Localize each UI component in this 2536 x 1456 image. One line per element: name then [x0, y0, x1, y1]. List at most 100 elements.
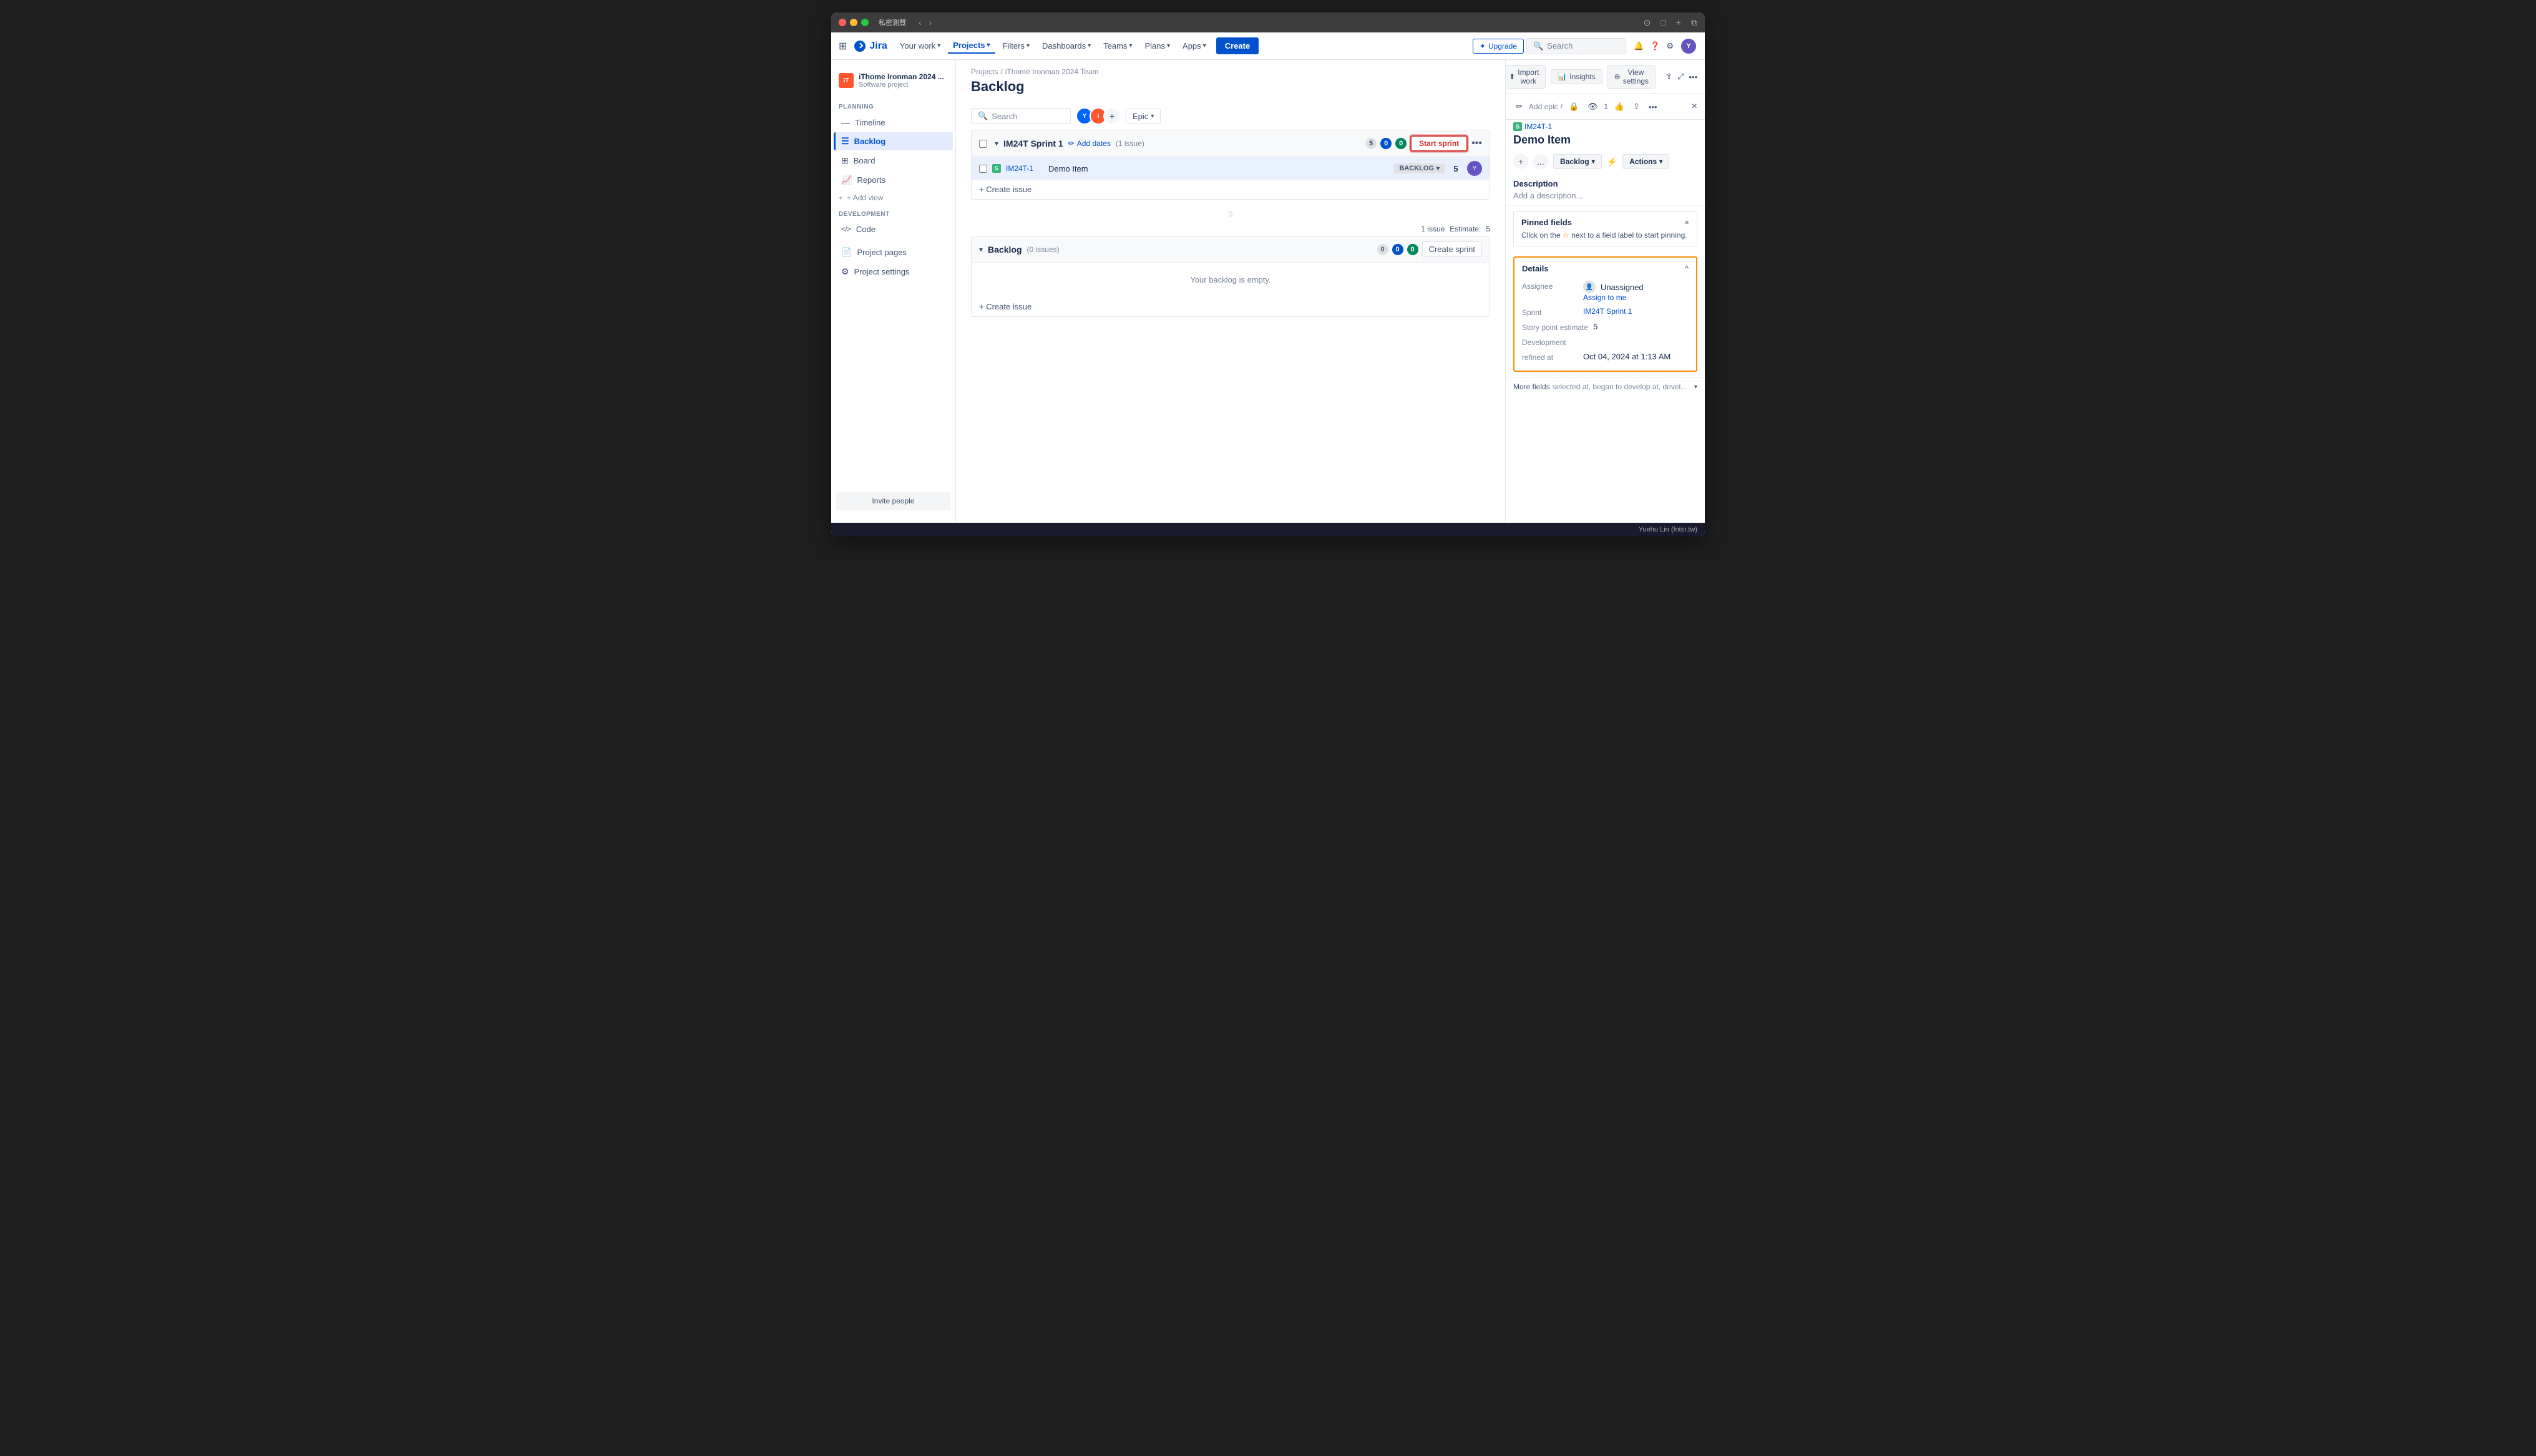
help-icon[interactable]: ❓: [1650, 41, 1660, 51]
nav-filters[interactable]: Filters▾: [998, 39, 1035, 53]
create-button[interactable]: Create: [1216, 37, 1259, 54]
create-issue-sprint[interactable]: + Create issue: [972, 180, 1490, 199]
issue-status-button[interactable]: BACKLOG ▾: [1394, 163, 1445, 173]
more-fields-label: More fields: [1513, 382, 1550, 391]
add-child-button[interactable]: +: [1513, 154, 1528, 169]
invite-people-button[interactable]: Invite people: [836, 492, 950, 510]
add-dates-button[interactable]: ✏ Add dates: [1068, 139, 1111, 148]
issue-summary[interactable]: Demo Item: [1048, 164, 1389, 173]
navbar: ⊞ Jira Your work▾ Projects▾ Filters▾ Das…: [831, 32, 1705, 60]
share-icon[interactable]: ⇪: [1665, 72, 1672, 82]
panel-issue-key: IM24T-1: [1524, 122, 1552, 131]
sprint-value[interactable]: IM24T Sprint 1: [1583, 307, 1632, 316]
grid-icon[interactable]: ⊞: [839, 40, 847, 52]
description-empty[interactable]: Add a description...: [1513, 191, 1697, 200]
sprint-checkbox[interactable]: [979, 140, 987, 148]
upgrade-icon: ✦: [1480, 42, 1486, 51]
assignee-row: Assignee 👤 Unassigned Assign to me: [1522, 278, 1689, 304]
sidebar-item-reports[interactable]: 📈 Reports: [834, 171, 953, 189]
nav-forward[interactable]: ›: [927, 16, 935, 29]
actions-dropdown-button[interactable]: Actions ▾: [1622, 154, 1669, 169]
insights-button[interactable]: 📊 Insights: [1551, 69, 1602, 84]
nav-back[interactable]: ‹: [916, 16, 924, 29]
assign-me-link[interactable]: Assign to me: [1583, 293, 1644, 302]
more-panel-icon[interactable]: •••: [1646, 100, 1660, 114]
search-icon-backlog: 🔍: [978, 111, 988, 121]
sidebar-item-timeline[interactable]: — Timeline: [834, 114, 953, 131]
titlebar-nav[interactable]: ‹ ›: [916, 16, 934, 29]
pinned-header: Pinned fields ×: [1521, 218, 1689, 227]
add-user-button[interactable]: +: [1103, 107, 1121, 125]
details-collapse-icon[interactable]: ^: [1685, 264, 1689, 273]
titlebar: 私密測覽 ‹ › ⊙ □ + ⧉: [831, 12, 1705, 32]
sprint-more-button[interactable]: •••: [1471, 138, 1482, 149]
refined-at-row: refined at Oct 04, 2024 at 1:13 AM: [1522, 349, 1689, 364]
edit-icon[interactable]: ✏: [1513, 99, 1525, 114]
estimate-label: Estimate:: [1450, 225, 1481, 233]
nav-dashboards[interactable]: Dashboards▾: [1037, 39, 1096, 53]
titlebar-icon-4: ⧉: [1691, 17, 1697, 28]
nav-your-work[interactable]: Your work▾: [895, 39, 945, 53]
backlog-section: ▾ Backlog (0 issues) 0 0 0 Create sprint…: [971, 236, 1490, 317]
lock-icon[interactable]: 🔒: [1566, 99, 1581, 114]
close-panel-button[interactable]: ×: [1692, 101, 1697, 112]
nav-search-bar[interactable]: 🔍 Search: [1526, 38, 1626, 54]
add-view-icon: +: [839, 193, 843, 202]
sidebar-item-label-reports: Reports: [857, 175, 885, 185]
create-sprint-button[interactable]: Create sprint: [1422, 241, 1482, 257]
nav-apps[interactable]: Apps▾: [1178, 39, 1211, 53]
backlog-empty-message: Your backlog is empty.: [972, 262, 1490, 297]
notifications-icon[interactable]: 🔔: [1634, 41, 1644, 51]
share-panel-icon[interactable]: ⇪: [1631, 99, 1642, 114]
settings-icon[interactable]: ⚙: [1666, 41, 1674, 51]
expand-icon[interactable]: ⤢: [1677, 72, 1684, 82]
more-icon[interactable]: •••: [1689, 72, 1697, 82]
import-work-button[interactable]: ⬆ Import work: [1505, 65, 1546, 89]
status-select-button[interactable]: Backlog ▾: [1553, 154, 1602, 169]
import-icon: ⬆: [1509, 72, 1515, 81]
backlog-badge-blue: 0: [1392, 244, 1403, 255]
issue-count-stat: 1 issue: [1421, 225, 1445, 233]
nav-projects[interactable]: Projects▾: [948, 38, 995, 54]
issue-avatar: Y: [1467, 161, 1482, 176]
minimize-button[interactable]: [850, 19, 857, 26]
sidebar-item-board[interactable]: ⊞ Board: [834, 152, 953, 170]
issue-key[interactable]: IM24T-1: [1006, 164, 1043, 173]
add-view-btn[interactable]: + + Add view: [831, 190, 955, 206]
backlog-toggle[interactable]: ▾: [979, 245, 983, 254]
close-button[interactable]: [839, 19, 846, 26]
breadcrumb-projects[interactable]: Projects: [971, 67, 998, 76]
assignee-value: Unassigned: [1601, 283, 1644, 292]
watch-icon[interactable]: 👁: [1585, 99, 1601, 114]
more-fields-button[interactable]: More fields selected at, began to develo…: [1506, 377, 1705, 396]
assignee-label: Assignee: [1522, 281, 1578, 291]
maximize-button[interactable]: [861, 19, 869, 26]
nav-teams[interactable]: Teams▾: [1098, 39, 1137, 53]
details-title: Details: [1522, 264, 1549, 273]
sidebar-item-backlog[interactable]: ☰ Backlog: [834, 132, 953, 150]
breadcrumb-project[interactable]: iThome Ironman 2024 Team: [1005, 67, 1099, 76]
jira-logo[interactable]: Jira: [854, 41, 887, 52]
jira-logo-text: Jira: [869, 41, 887, 52]
issue-checkbox[interactable]: [979, 165, 987, 173]
create-issue-backlog[interactable]: + Create issue: [972, 297, 1490, 316]
start-sprint-button[interactable]: Start sprint: [1410, 135, 1468, 152]
upgrade-button[interactable]: ✦ Upgrade: [1473, 39, 1524, 54]
table-row[interactable]: S IM24T-1 Demo Item BACKLOG ▾ 5 Y: [972, 157, 1490, 180]
sidebar-item-project-pages[interactable]: 📄 Project pages: [834, 243, 953, 261]
view-settings-button[interactable]: ⊛ View settings: [1607, 65, 1656, 89]
resize-handle[interactable]: ⇅: [956, 207, 1505, 222]
more-actions-panel[interactable]: ...: [1533, 154, 1548, 169]
close-pinned-icon[interactable]: ×: [1684, 218, 1689, 227]
backlog-search[interactable]: 🔍 Search: [971, 108, 1071, 124]
sidebar-item-code[interactable]: </> Code: [834, 221, 953, 238]
epic-filter-button[interactable]: Epic ▾: [1126, 109, 1161, 124]
backlog-badge-green: 0: [1407, 244, 1418, 255]
thumbsup-icon[interactable]: 👍: [1612, 99, 1627, 114]
panel-title: Demo Item: [1506, 131, 1705, 152]
nav-plans[interactable]: Plans▾: [1139, 39, 1175, 53]
sprint-toggle[interactable]: ▾: [995, 139, 998, 148]
sidebar-item-project-settings[interactable]: ⚙ Project settings: [834, 263, 953, 281]
backlog-icon: ☰: [841, 136, 849, 147]
user-avatar[interactable]: Y: [1680, 37, 1697, 55]
